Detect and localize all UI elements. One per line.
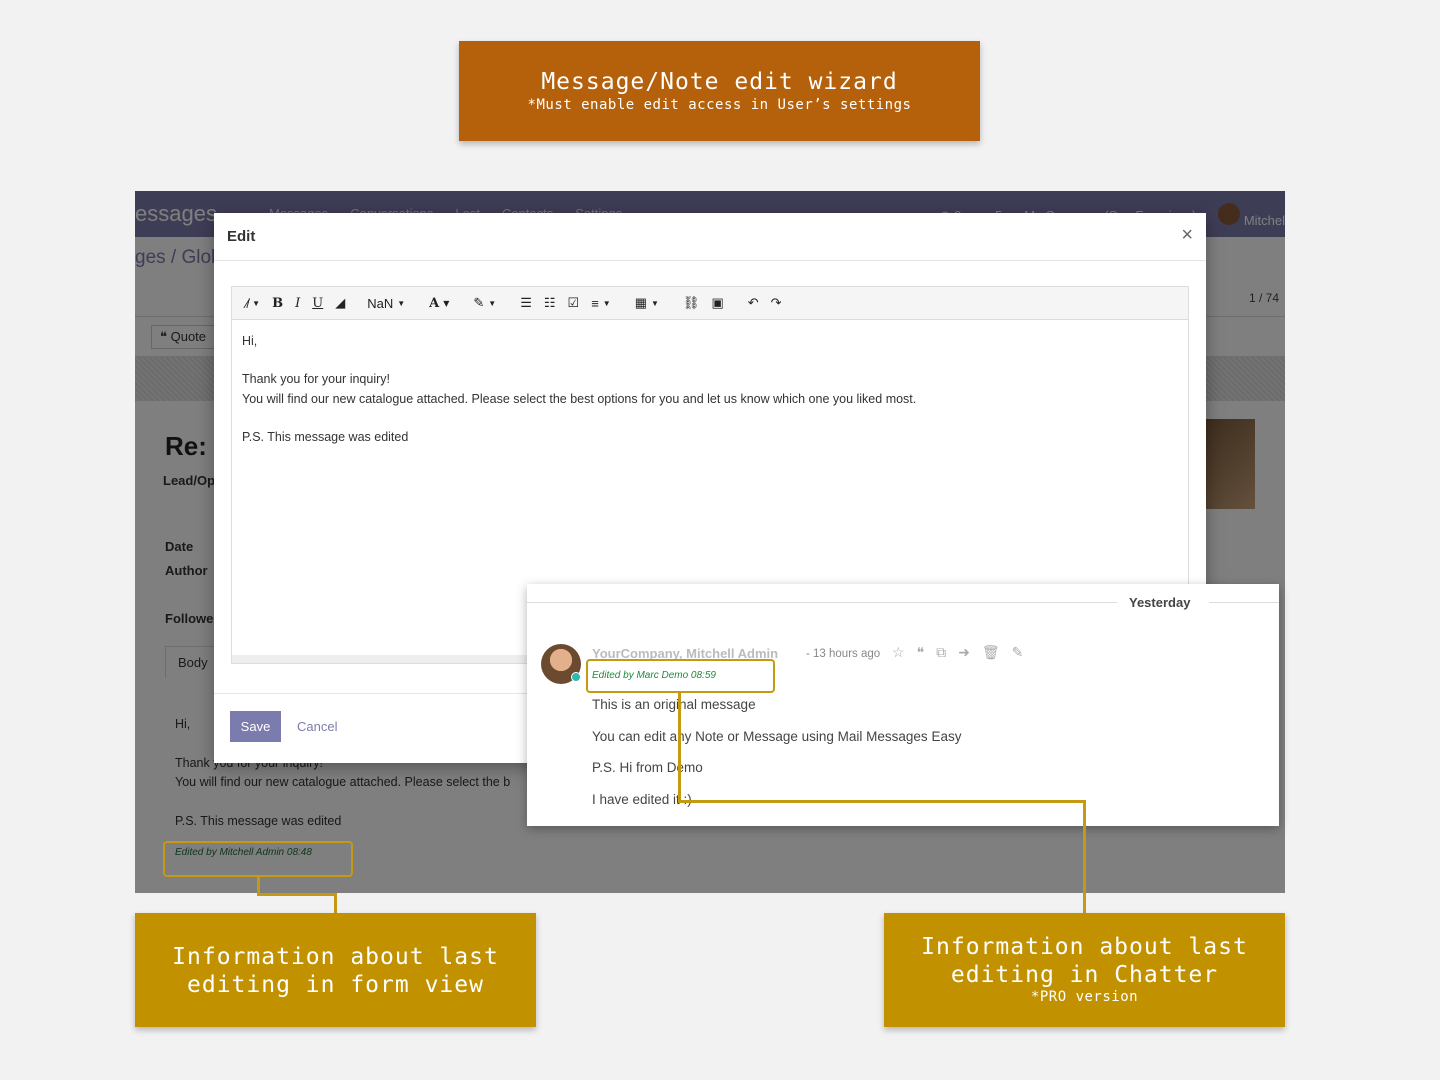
numbered-list-icon[interactable]: ☷: [544, 292, 556, 314]
underline-icon[interactable]: U: [312, 292, 323, 314]
font-size-value: NaN: [367, 295, 394, 311]
connector-line: [334, 893, 337, 913]
editor-line: Hi,: [242, 334, 258, 348]
image-icon[interactable]: ▣: [711, 292, 723, 314]
brush-icon[interactable]: ✎ ▼: [473, 292, 496, 314]
star-icon[interactable]: ☆: [892, 644, 905, 661]
editor-line: P.S. This message was edited: [242, 429, 409, 444]
align-icon[interactable]: ≡ ▼: [591, 292, 611, 314]
link-icon[interactable]: ⛓: [683, 292, 700, 314]
online-status-icon: [571, 672, 581, 682]
day-separator: Yesterday: [1129, 595, 1191, 610]
undo-icon[interactable]: ↶: [748, 292, 759, 314]
connector-line: [1083, 800, 1086, 913]
message-line: This is an original message: [592, 697, 756, 712]
redo-icon[interactable]: ↷: [771, 292, 782, 314]
bold-icon[interactable]: B: [272, 292, 283, 314]
highlight-chatter-edited: [586, 659, 775, 693]
editor-blank-line: [242, 351, 1178, 370]
font-size-dropdown[interactable]: NaN ▼: [367, 292, 405, 314]
banner-subtitle: *Must enable edit access in User’s setti…: [527, 97, 912, 113]
forward-icon[interactable]: ➜: [958, 644, 970, 661]
chatter-panel: Yesterday YourCompany, Mitchell Admin - …: [527, 584, 1279, 826]
message-time: - 13 hours ago: [806, 648, 881, 660]
cancel-button[interactable]: Cancel: [297, 719, 337, 734]
callout-chatter-subtitle: *PRO version: [1030, 989, 1139, 1005]
message-line: You can edit any Note or Message using M…: [592, 729, 962, 744]
day-separator-line: [527, 602, 1117, 603]
message-line: I have edited it :): [592, 792, 692, 807]
dialog-header: Edit ×: [214, 213, 1206, 261]
quote-icon[interactable]: ❝: [917, 644, 925, 661]
editor-blank-line: [242, 409, 1178, 428]
edit-icon[interactable]: ✎: [1012, 644, 1024, 661]
magic-wand-icon[interactable]: ⁄̸ ▼: [246, 292, 260, 314]
connector-line: [678, 800, 1086, 803]
save-button[interactable]: Save: [230, 711, 281, 742]
editor-toolbar: ⁄̸ ▼ B I U ◢ NaN ▼ A ▼ ✎ ▼ ☰ ☷ ☑ ≡ ▼ ▦ ▼ ⛓ ▣ ↶…: [232, 287, 1188, 320]
checklist-icon[interactable]: ☑: [568, 292, 580, 314]
message-line: P.S. Hi from Demo: [592, 760, 703, 775]
connector-line: [678, 693, 681, 803]
font-color-icon[interactable]: A ▼: [429, 292, 449, 314]
day-separator-line: [1209, 602, 1279, 603]
close-icon[interactable]: ×: [1181, 224, 1193, 247]
bullet-list-icon[interactable]: ☰: [520, 292, 532, 314]
connector-line: [257, 893, 337, 896]
callout-chatter: Information about last editing in Chatte…: [884, 913, 1285, 1027]
editor-content[interactable]: Hi, Thank you for your inquiry! You will…: [232, 320, 1188, 459]
table-icon[interactable]: ▦ ▼: [635, 292, 659, 314]
callout-chatter-title: Information about last editing in Chatte…: [921, 934, 1248, 988]
callout-form-title: Information about last editing in form v…: [172, 944, 499, 998]
eraser-icon[interactable]: ◢: [335, 292, 345, 314]
message-actions: ☆ ❝ ⧉ ➜ 🗑 ✎: [892, 644, 1023, 661]
dialog-title: Edit: [227, 228, 256, 245]
top-banner: Message/Note edit wizard *Must enable ed…: [459, 41, 980, 141]
italic-icon[interactable]: I: [295, 292, 300, 314]
banner-title: Message/Note edit wizard: [541, 69, 898, 95]
editor-line: You will find our new catalogue attached…: [242, 391, 917, 406]
editor-line: Thank you for your inquiry!: [242, 372, 390, 387]
highlight-form-edited: [163, 841, 353, 877]
delete-icon[interactable]: 🗑: [982, 644, 1000, 661]
copy-icon[interactable]: ⧉: [936, 644, 946, 661]
callout-form-view: Information about last editing in form v…: [135, 913, 536, 1027]
